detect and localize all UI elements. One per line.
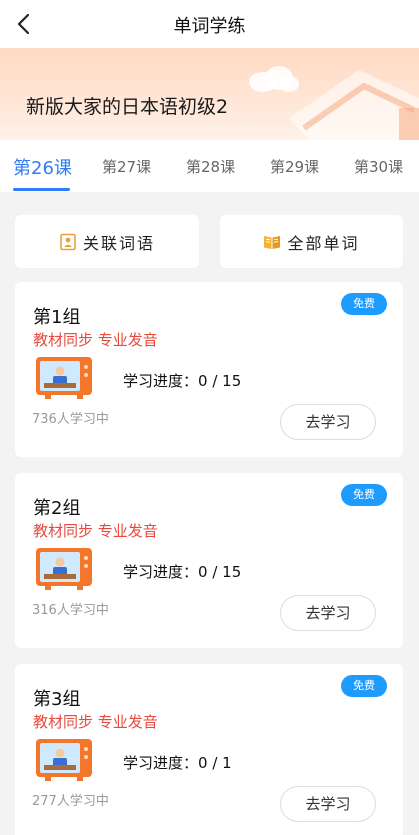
group-subtitle: 教材同步 专业发音 [33,713,158,731]
tab-lesson-29[interactable]: 第29课 [270,156,319,177]
study-progress: 学习进度：0 / 1 [123,752,232,773]
group-subtitle: 教材同步 专业发音 [33,522,158,540]
cloud-icon [249,66,299,92]
group-card-3: 免费 第3组 教材同步 专业发音 学习进度：0 / 1 277人学习中 去学习 [15,664,403,835]
start-learning-button[interactable]: 去学习 [280,786,376,822]
all-words-button[interactable]: 全部单词 [220,215,403,268]
contact-card-icon [60,233,76,250]
study-progress-label: 学习进度： [123,563,199,581]
study-progress: 学习进度：0 / 15 [123,370,241,391]
tv-lesson-icon [36,548,92,590]
open-book-icon [264,235,281,249]
study-progress-value: 0 / 15 [198,563,242,581]
group-title: 第2组 [33,498,81,519]
course-banner: 新版大家的日本语初级2 [0,48,419,140]
group-card-1: 免费 第1组 教材同步 专业发音 学习进度：0 / 15 736人学习中 去学习 [15,282,403,457]
group-card-2: 免费 第2组 教材同步 专业发音 学习进度：0 / 15 316人学习中 去学习 [15,473,403,648]
page-title: 单词学练 [173,16,246,37]
free-badge: 免费 [341,675,387,697]
free-badge: 免费 [341,293,387,315]
active-tab-indicator [13,188,70,191]
group-title: 第3组 [33,689,81,710]
tab-lesson-30[interactable]: 第30课 [354,156,403,177]
lesson-tabs: 第26课 第27课 第28课 第29课 第30课 [0,140,419,192]
study-progress-label: 学习进度： [123,754,199,772]
study-progress: 学习进度：0 / 15 [123,561,241,582]
free-badge: 免费 [341,484,387,506]
group-subtitle: 教材同步 专业发音 [33,331,158,349]
study-progress-value: 0 / 1 [198,754,232,772]
tab-lesson-27[interactable]: 第27课 [102,156,151,177]
study-progress-label: 学习进度： [123,372,199,390]
tab-lesson-28[interactable]: 第28课 [186,156,235,177]
related-words-button[interactable]: 关联词语 [15,215,199,268]
learner-count: 277人学习中 [32,794,109,809]
related-words-label: 关联词语 [82,233,155,253]
tv-lesson-icon [36,739,92,781]
book-title: 新版大家的日本语初级2 [26,96,229,118]
study-progress-value: 0 / 15 [198,372,242,390]
start-learning-button[interactable]: 去学习 [280,595,376,631]
top-nav-bar: 单词学练 [0,0,419,48]
group-title: 第1组 [33,307,81,328]
tab-lesson-26[interactable]: 第26课 [13,154,72,180]
all-words-label: 全部单词 [287,233,360,253]
learner-count: 316人学习中 [32,603,109,618]
start-learning-button[interactable]: 去学习 [280,404,376,440]
learner-count: 736人学习中 [32,412,109,427]
tv-lesson-icon [36,357,92,399]
